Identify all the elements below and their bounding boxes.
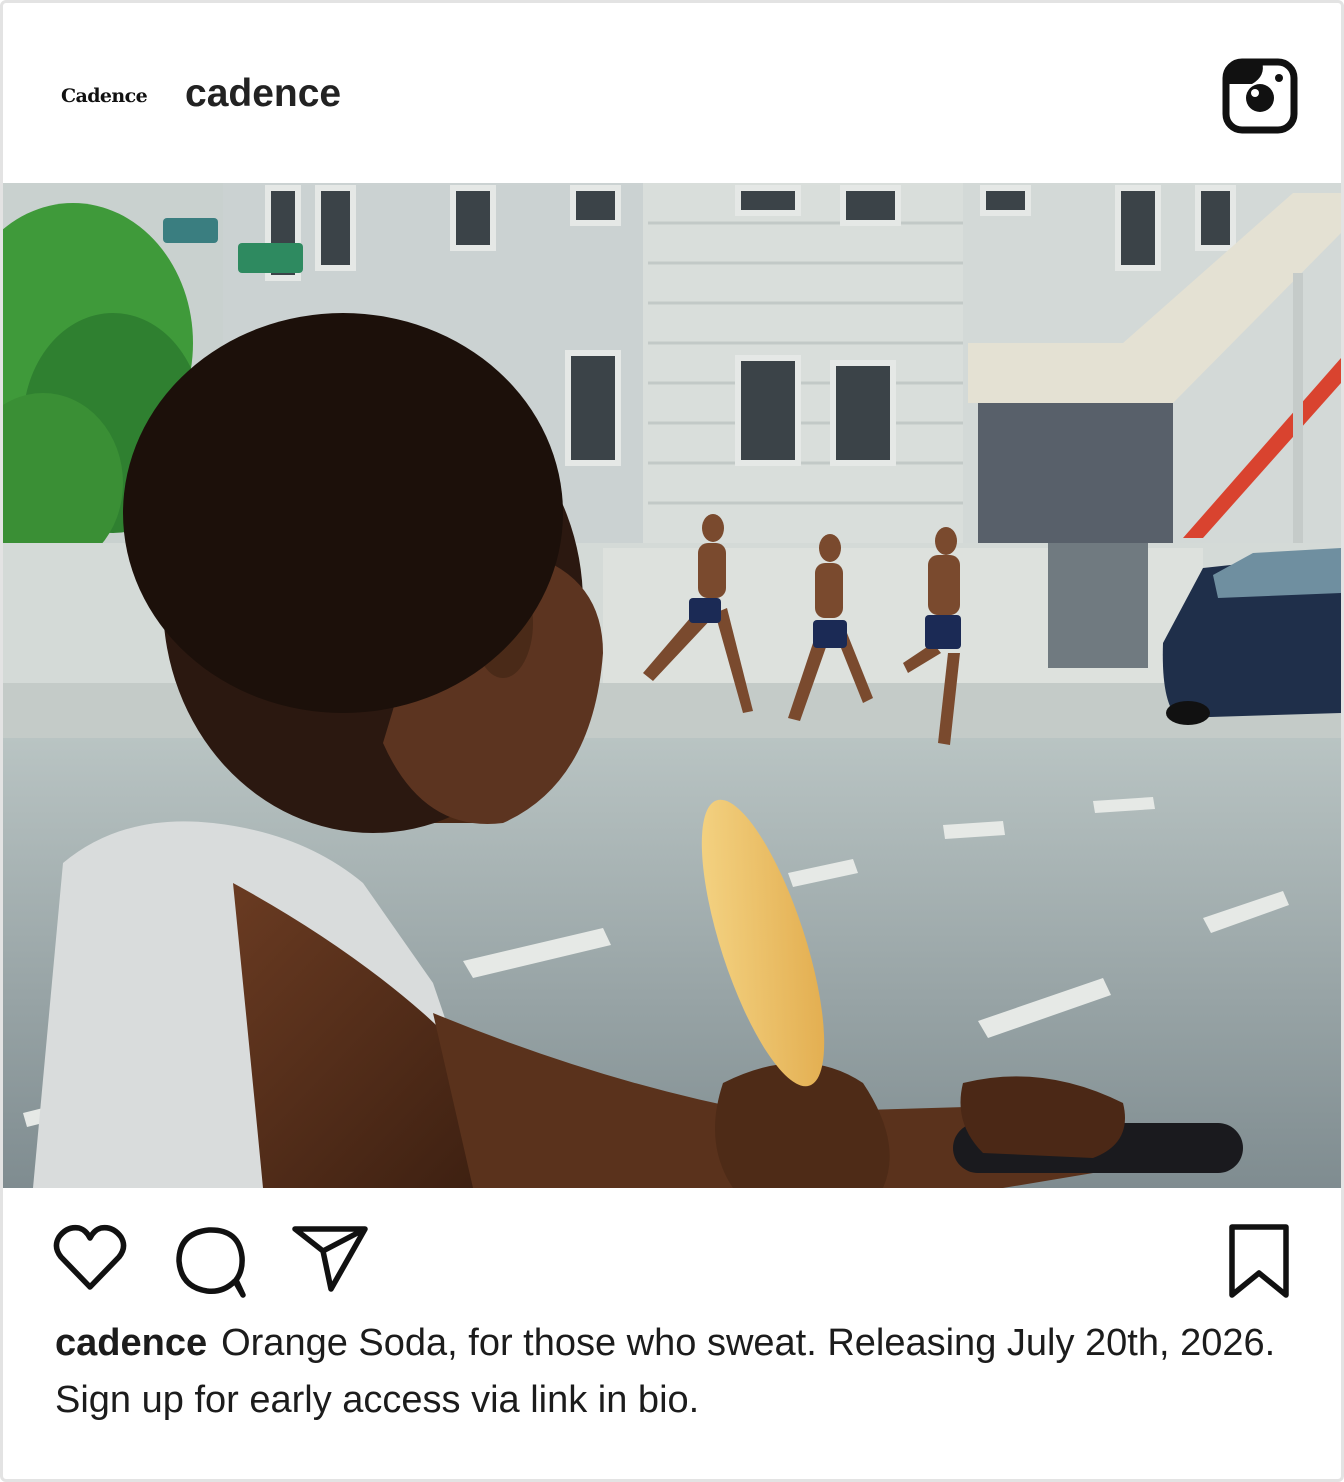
post-image[interactable] <box>3 183 1341 1188</box>
post-caption: cadence Orange Soda, for those who sweat.… <box>55 1315 1295 1429</box>
post-username[interactable]: cadence <box>185 71 341 117</box>
instagram-post-card: Cadence cadence cadence Orange Soda, for… <box>0 0 1344 1482</box>
caption-text: Orange Soda, for those who sweat. Releas… <box>55 1322 1276 1421</box>
instagram-icon[interactable] <box>1222 58 1298 134</box>
post-actions-bar <box>3 1188 1341 1318</box>
post-header: Cadence cadence <box>3 3 1341 183</box>
paper-plane-icon[interactable] <box>291 1223 369 1293</box>
bookmark-icon[interactable] <box>1227 1223 1291 1299</box>
speech-bubble-icon[interactable] <box>173 1223 249 1299</box>
street-scene-photo <box>3 183 1341 1188</box>
heart-icon[interactable] <box>53 1223 127 1293</box>
brand-logo[interactable]: Cadence <box>61 81 148 111</box>
caption-username[interactable]: cadence <box>55 1322 207 1364</box>
